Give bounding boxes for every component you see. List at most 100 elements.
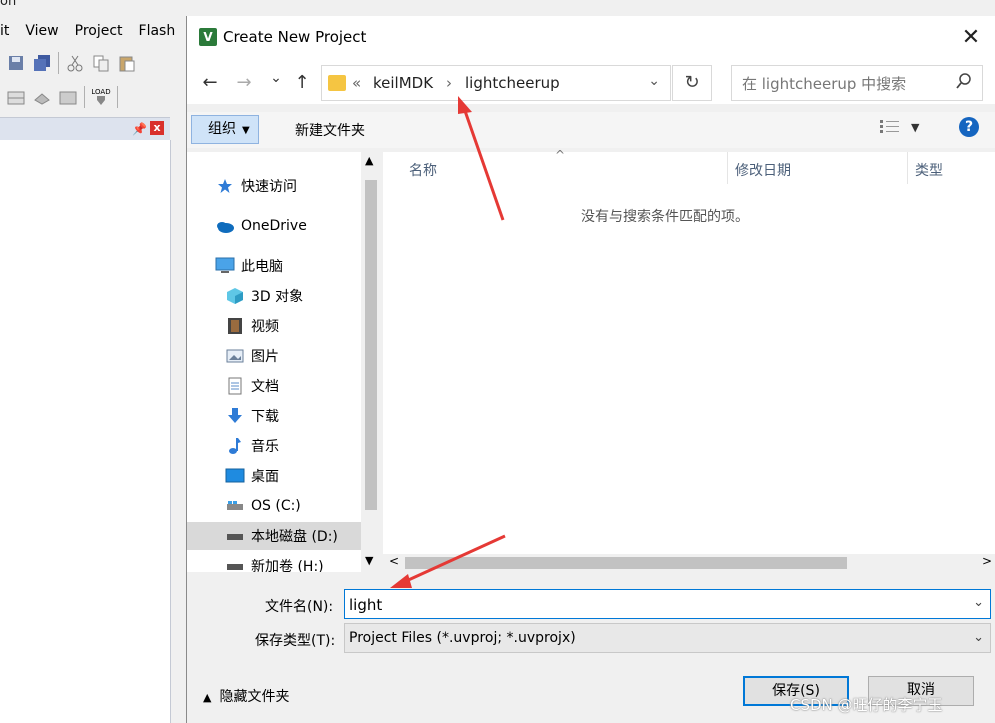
scroll-left-icon[interactable]: < bbox=[389, 554, 399, 568]
new-folder-button[interactable]: 新建文件夹 bbox=[295, 120, 365, 140]
chevron-down-icon[interactable]: ⌄ bbox=[973, 595, 984, 610]
column-separator[interactable] bbox=[907, 152, 908, 184]
nav-item-label: 图片 bbox=[251, 349, 279, 365]
menu-flash[interactable]: Flash bbox=[131, 23, 184, 39]
nav-item-label: 3D 对象 bbox=[251, 289, 304, 305]
breadcrumb-lightcheerup[interactable]: lightcheerup bbox=[465, 74, 560, 92]
scroll-down-icon[interactable]: ▼ bbox=[365, 554, 373, 567]
nav-item-onedrive[interactable]: OneDrive bbox=[215, 212, 307, 240]
column-header-type[interactable]: 类型 bbox=[915, 160, 943, 180]
copy-icon[interactable] bbox=[91, 53, 111, 73]
nav-item-os-c[interactable]: OS (C:) bbox=[225, 492, 301, 520]
help-button[interactable]: ? bbox=[959, 117, 979, 137]
address-bar[interactable]: « keilMDK › lightcheerup ⌄ bbox=[321, 65, 671, 101]
build-icon[interactable] bbox=[6, 87, 26, 107]
hide-folders-label: 隐藏文件夹 bbox=[219, 689, 290, 705]
search-box[interactable] bbox=[731, 65, 983, 102]
back-button[interactable]: ← bbox=[199, 72, 221, 93]
batch-build-icon[interactable] bbox=[58, 87, 78, 107]
forward-button[interactable]: → bbox=[233, 72, 255, 93]
load-icon[interactable]: LOAD bbox=[91, 87, 111, 107]
command-bar: 组织 ▼ 新建文件夹 ▼ ? bbox=[187, 112, 995, 148]
address-dropdown-icon[interactable]: ⌄ bbox=[648, 73, 660, 89]
view-options-icon[interactable] bbox=[879, 118, 901, 138]
nav-item-new-volume-h[interactable]: 新加卷 (H:) bbox=[225, 552, 324, 572]
nav-item-local-disk-d[interactable]: 本地磁盘 (D:) bbox=[187, 522, 361, 550]
rebuild-icon[interactable] bbox=[32, 87, 52, 107]
column-header-modified[interactable]: 修改日期 bbox=[735, 160, 791, 180]
scroll-thumb[interactable] bbox=[405, 557, 847, 569]
nav-item-3d-objects[interactable]: 3D 对象 bbox=[225, 282, 303, 310]
create-project-dialog: V Create New Project ✕ ← → ⌄ ↑ « keilMDK… bbox=[186, 16, 995, 723]
search-icon[interactable] bbox=[956, 73, 972, 93]
column-header-name[interactable]: 名称 bbox=[409, 160, 437, 180]
toolbar-separator bbox=[84, 86, 85, 108]
organize-button[interactable]: 组织 ▼ bbox=[191, 115, 259, 144]
nav-item-music[interactable]: 音乐 bbox=[225, 432, 279, 460]
nav-item-label: 视频 bbox=[251, 319, 279, 335]
menu-project[interactable]: Project bbox=[67, 23, 131, 39]
toolbar-separator bbox=[117, 86, 118, 108]
nav-item-pictures[interactable]: 图片 bbox=[225, 342, 279, 370]
nav-item-label: OneDrive bbox=[241, 218, 307, 234]
hide-folders-toggle[interactable]: ▲ 隐藏文件夹 bbox=[203, 686, 289, 706]
menu-view[interactable]: View bbox=[17, 23, 66, 39]
dialog-titlebar[interactable]: V Create New Project ✕ bbox=[187, 16, 995, 60]
nav-item-label: 快速访问 bbox=[241, 179, 297, 195]
file-list-hscrollbar[interactable]: < > bbox=[383, 554, 995, 572]
background-menubar: it View Project Flash bbox=[0, 18, 188, 44]
drive-icon bbox=[225, 527, 245, 545]
folder-icon bbox=[328, 75, 346, 91]
save-icon[interactable] bbox=[6, 53, 26, 73]
scroll-up-icon[interactable]: ▲ bbox=[365, 154, 373, 167]
filename-combobox[interactable]: ⌄ bbox=[344, 589, 991, 620]
pin-icon[interactable]: 📌 bbox=[132, 122, 147, 136]
nav-item-quick-access[interactable]: 快速访问 bbox=[215, 172, 297, 200]
refresh-button[interactable]: ↻ bbox=[672, 65, 712, 101]
toolbar-separator bbox=[58, 52, 59, 74]
empty-message: 没有与搜索条件匹配的项。 bbox=[581, 209, 749, 225]
cube-icon bbox=[225, 287, 245, 305]
nav-pane-scrollbar[interactable]: ▲ ▼ bbox=[361, 152, 381, 572]
nav-item-documents[interactable]: 文档 bbox=[225, 372, 279, 400]
panel-close-icon[interactable]: x bbox=[150, 121, 164, 135]
background-app-title: on bbox=[0, 0, 17, 9]
download-icon bbox=[225, 407, 245, 425]
save-all-icon[interactable] bbox=[32, 53, 52, 73]
nav-item-downloads[interactable]: 下载 bbox=[225, 402, 279, 430]
breadcrumb-overflow[interactable]: « bbox=[352, 74, 361, 92]
chevron-down-icon[interactable]: ⌄ bbox=[973, 624, 984, 652]
filename-label: 文件名(N): bbox=[265, 599, 334, 615]
nav-item-label: 此电脑 bbox=[241, 259, 283, 275]
filename-input[interactable] bbox=[345, 590, 966, 620]
project-panel-header: 📌 x bbox=[0, 117, 170, 141]
sort-caret-icon: ^ bbox=[555, 148, 566, 162]
nav-item-label: 下载 bbox=[251, 409, 279, 425]
filetype-select[interactable]: Project Files (*.uvproj; *.uvprojx) ⌄ bbox=[344, 623, 991, 653]
nav-item-label: 桌面 bbox=[251, 469, 279, 485]
scroll-thumb[interactable] bbox=[365, 180, 377, 510]
cut-icon[interactable] bbox=[65, 53, 85, 73]
breadcrumb-keilmdk[interactable]: keilMDK bbox=[373, 74, 433, 92]
paste-icon[interactable] bbox=[117, 53, 137, 73]
nav-item-desktop[interactable]: 桌面 bbox=[225, 462, 279, 490]
navigation-pane: 快速访问 OneDrive 此电脑 3D 对象 视频 图片 文档 下载 音乐 桌… bbox=[187, 152, 381, 572]
menu-edit[interactable]: it bbox=[0, 23, 17, 39]
search-input[interactable] bbox=[732, 66, 959, 102]
view-dropdown-icon[interactable]: ▼ bbox=[911, 121, 919, 134]
background-toolbar-1 bbox=[0, 48, 188, 78]
nav-item-this-pc[interactable]: 此电脑 bbox=[215, 252, 283, 280]
nav-item-videos[interactable]: 视频 bbox=[225, 312, 279, 340]
up-button[interactable]: ↑ bbox=[291, 72, 313, 93]
computer-icon bbox=[215, 257, 235, 275]
watermark: CSDN @旺仔的李宁玉 bbox=[790, 696, 943, 714]
nav-item-label: 音乐 bbox=[251, 439, 279, 455]
close-button[interactable]: ✕ bbox=[957, 24, 985, 52]
picture-icon bbox=[225, 347, 245, 365]
recent-locations-button[interactable]: ⌄ bbox=[265, 70, 287, 86]
chevron-down-icon: ▼ bbox=[242, 125, 250, 136]
scroll-right-icon[interactable]: > bbox=[982, 554, 992, 568]
column-separator[interactable] bbox=[727, 152, 728, 184]
chevron-up-icon: ▲ bbox=[203, 691, 212, 704]
filetype-label: 保存类型(T): bbox=[255, 633, 336, 649]
